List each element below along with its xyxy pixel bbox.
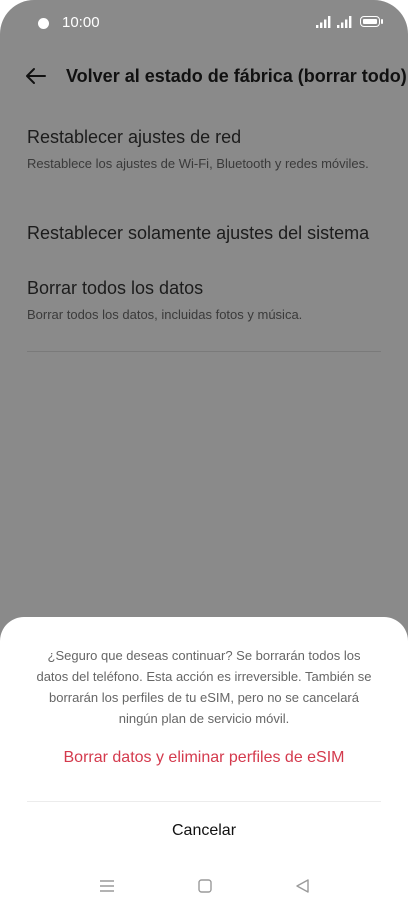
arrow-left-icon[interactable]	[24, 64, 48, 88]
menu-icon[interactable]	[98, 878, 116, 894]
navigation-bar	[0, 870, 408, 902]
battery-icon	[360, 16, 380, 27]
page-title: Volver al estado de fábrica (borrar todo…	[66, 66, 407, 86]
signal-icon	[337, 16, 352, 28]
signal-icon	[316, 16, 331, 28]
list-divider	[27, 351, 381, 352]
erase-and-remove-esim-button[interactable]: Borrar datos y eliminar perfiles de eSIM	[0, 749, 408, 767]
cancel-button[interactable]: Cancelar	[0, 822, 408, 840]
option-reset-system-settings[interactable]: Restablecer solamente ajustes del sistem…	[27, 223, 387, 244]
option-title: Restablecer ajustes de red	[27, 127, 242, 147]
phone-screen: 10:00 Volver al estado de fábrica (borra…	[0, 0, 408, 911]
option-title: Borrar todos los datos	[27, 278, 204, 298]
back-triangle-icon[interactable]	[294, 878, 312, 894]
battery-tip	[381, 19, 383, 24]
option-reset-network[interactable]: Restablecer ajustes de red Restablece lo…	[27, 127, 387, 173]
option-title: Restablecer solamente ajustes del sistem…	[27, 223, 370, 243]
confirm-bottom-sheet: ¿Seguro que deseas continuar? Se borrará…	[0, 617, 408, 911]
option-subtitle: Borrar todos los datos, incluidas fotos …	[27, 307, 303, 322]
option-subtitle: Restablece los ajustes de Wi-Fi, Bluetoo…	[27, 156, 369, 171]
dialog-divider	[27, 801, 381, 802]
camera-dot-icon	[38, 18, 49, 29]
page-header: Volver al estado de fábrica (borrar todo…	[0, 54, 408, 98]
option-erase-all-data[interactable]: Borrar todos los datos Borrar todos los …	[27, 278, 387, 324]
dialog-message: ¿Seguro que deseas continuar? Se borrará…	[36, 648, 372, 726]
home-icon[interactable]	[196, 878, 214, 894]
status-bar: 10:00	[0, 0, 408, 46]
status-time: 10:00	[62, 14, 100, 31]
